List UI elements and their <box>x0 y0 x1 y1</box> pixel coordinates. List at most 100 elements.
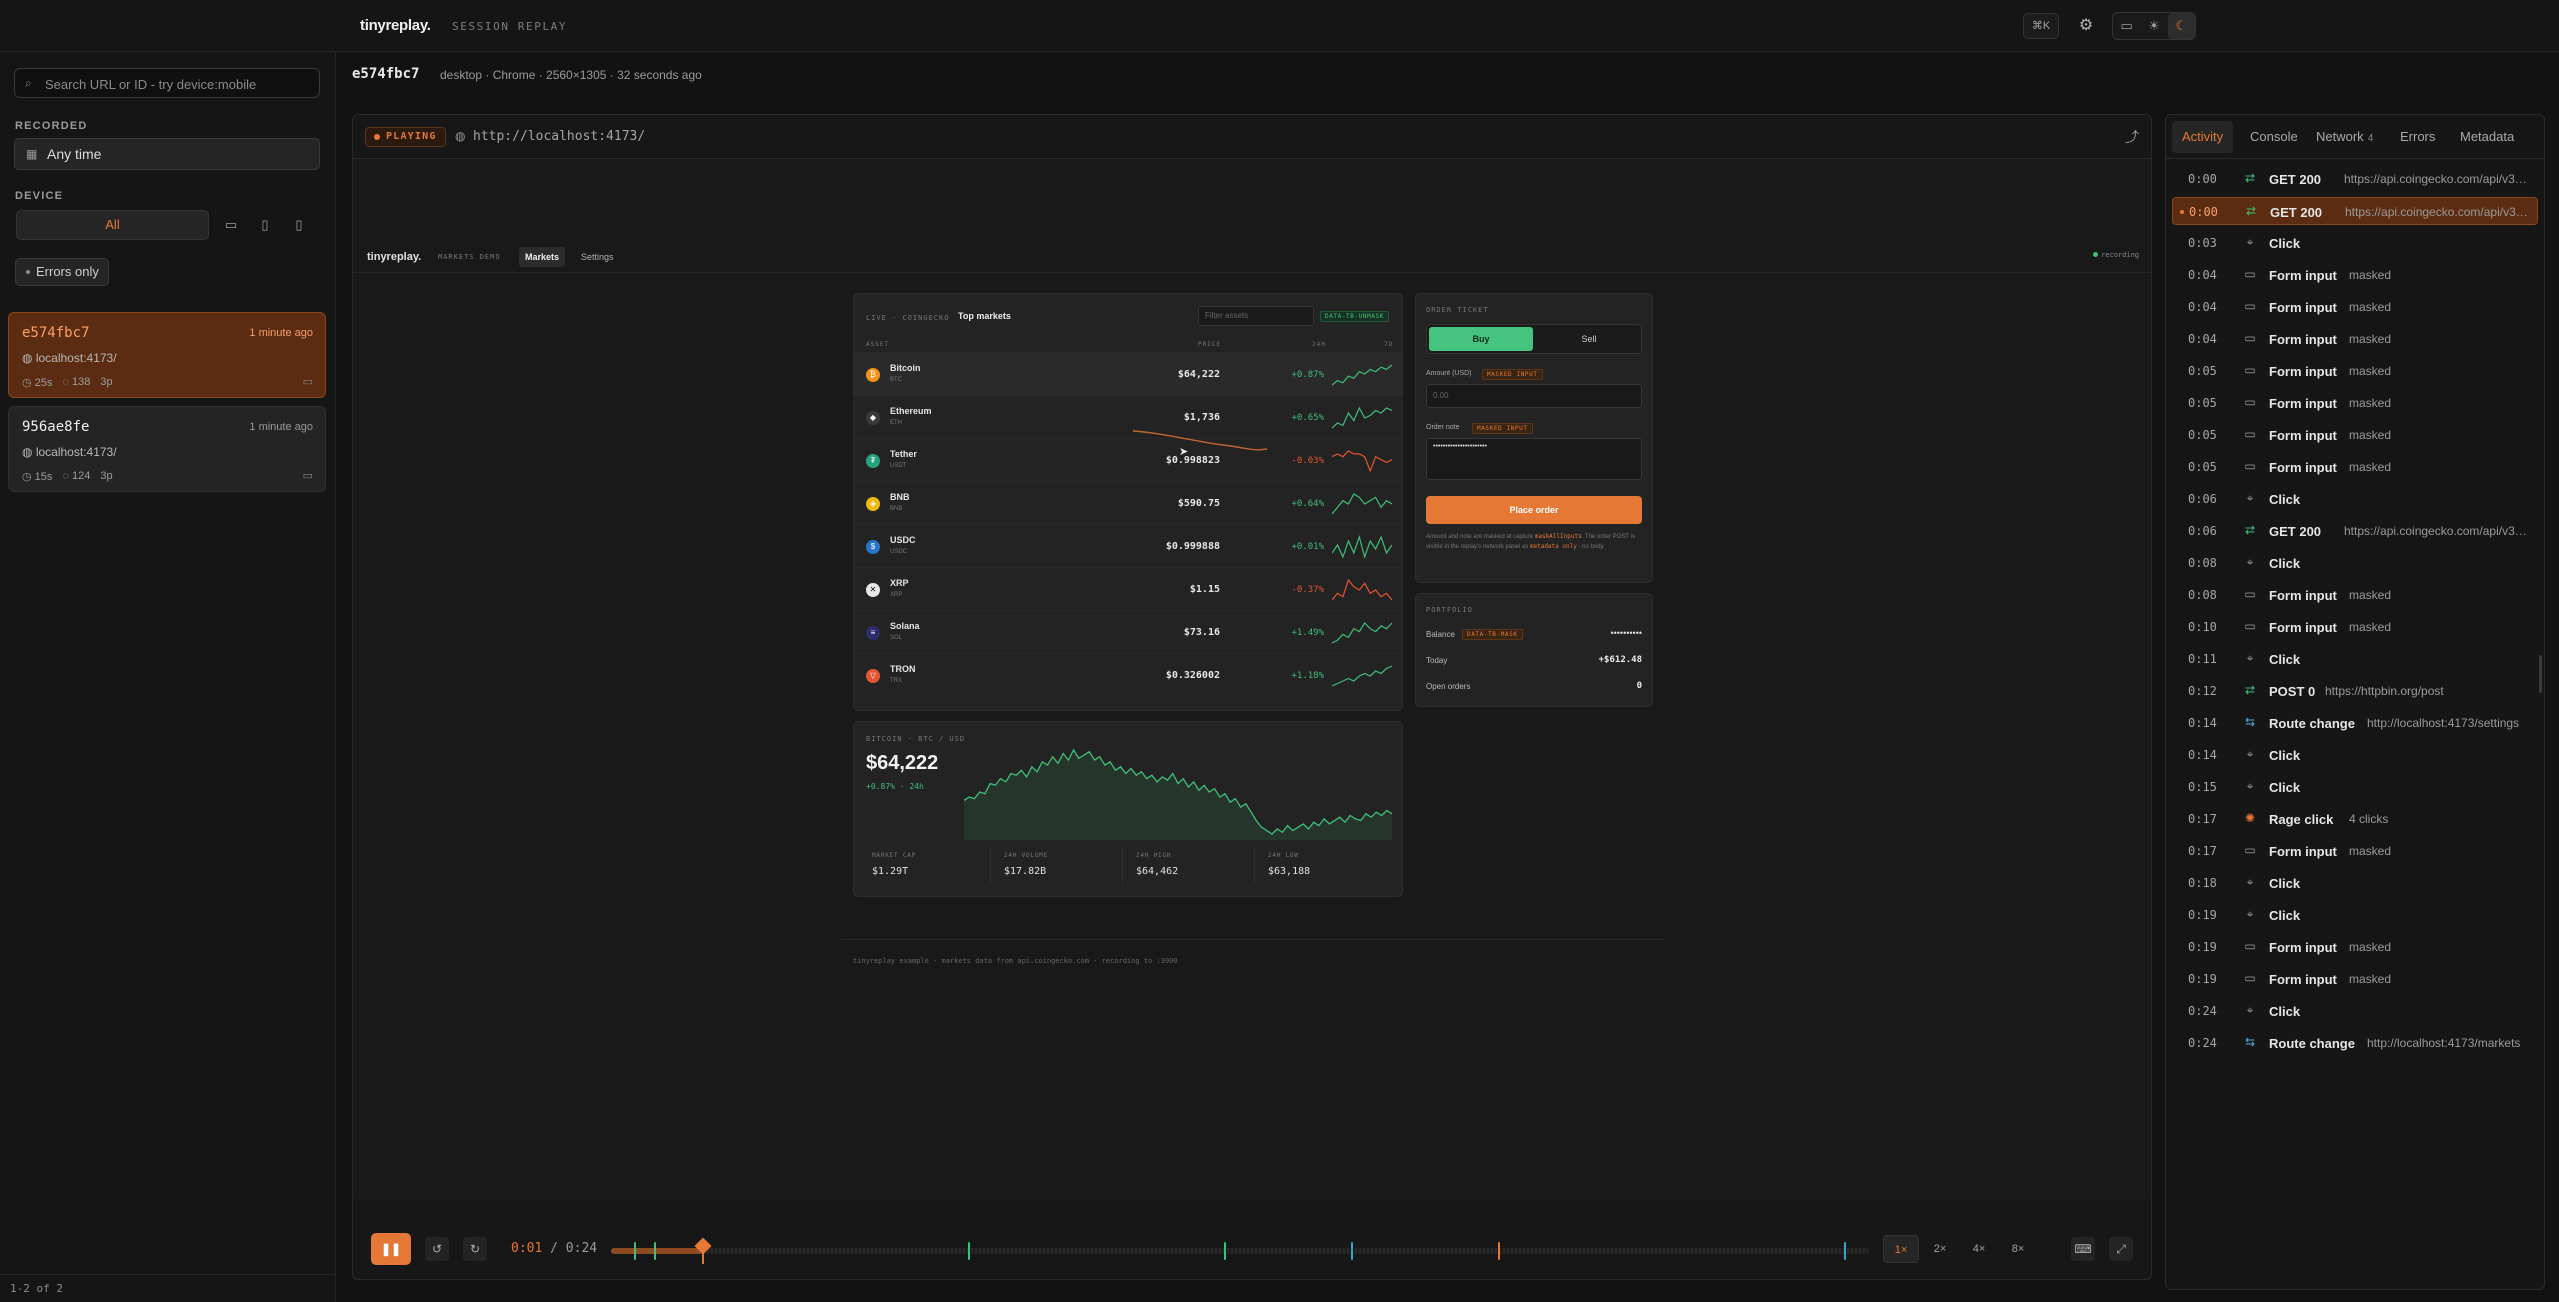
click-icon: ⌖ <box>2246 491 2254 505</box>
activity-row[interactable]: 0:06 ⇄ GET 200 https://api.coingecko.com/ap… <box>2172 517 2538 545</box>
activity-row[interactable]: 0:04 ▭ Form input masked <box>2172 261 2538 289</box>
timeline-marker[interactable] <box>1350 1242 1353 1260</box>
moon-icon[interactable]: ☾ <box>2167 13 2195 39</box>
timeline-scrubber[interactable] <box>611 1237 1869 1264</box>
monitor-icon[interactable]: ▭ <box>2113 13 2140 39</box>
tab-console[interactable]: Console <box>2240 121 2308 153</box>
activity-row[interactable]: 0:04 ▭ Form input masked <box>2172 293 2538 321</box>
timeline-marker[interactable] <box>1497 1242 1500 1260</box>
speed-4x-button[interactable]: 4× <box>1961 1235 1997 1263</box>
activity-row[interactable]: 0:19 ⌖ Click <box>2172 901 2538 929</box>
asset-symbol: SOL <box>890 635 903 641</box>
demo-tab-settings: Settings <box>581 252 614 262</box>
session-events-text: 124 <box>72 470 91 482</box>
activity-row[interactable]: 0:08 ⌖ Click <box>2172 549 2538 577</box>
pointer-icon: ◌ <box>62 376 69 388</box>
activity-row[interactable]: 0:15 ⌖ Click <box>2172 773 2538 801</box>
errors-only-toggle[interactable]: Errors only <box>15 258 109 286</box>
tablet-icon[interactable]: ▯ <box>250 210 280 240</box>
pause-button[interactable]: ❚❚ <box>371 1233 411 1265</box>
forward-icon[interactable]: ↻ <box>463 1237 487 1261</box>
asset-sparkline <box>1332 622 1392 644</box>
activity-row[interactable]: 0:05 ▭ Form input masked <box>2172 389 2538 417</box>
asset-symbol: XRP <box>890 592 903 598</box>
tab-label: Activity <box>2182 129 2224 144</box>
timeline-marker[interactable] <box>968 1242 971 1260</box>
tab-errors[interactable]: Errors <box>2390 121 2445 153</box>
activity-row[interactable]: 0:11 ⌖ Click <box>2172 645 2538 673</box>
asset-symbol: ETH <box>890 420 902 426</box>
speed-2x-button[interactable]: 2× <box>1922 1235 1958 1263</box>
demo-footer: tinyreplay example · markets data from a… <box>853 957 1178 965</box>
asset-symbol: BTC <box>890 377 902 383</box>
event-time: 0:14 <box>2188 748 2217 762</box>
event-label: Click <box>2269 748 2301 763</box>
speed-8x-button[interactable]: 8× <box>2000 1235 2036 1263</box>
activity-row[interactable]: 0:19 ▭ Form input masked <box>2172 965 2538 993</box>
activity-row[interactable]: 0:00 ⇄ GET 200 https://api.coingecko.com/ap… <box>2172 165 2538 193</box>
activity-row[interactable]: 0:06 ⌖ Click <box>2172 485 2538 513</box>
event-label: Form input <box>2269 332 2337 347</box>
current-marker-icon <box>2180 210 2184 214</box>
activity-row[interactable]: 0:17 ▭ Form input masked <box>2172 837 2538 865</box>
event-label: Click <box>2269 652 2301 667</box>
brand-logo[interactable]: tinyreplay. <box>360 17 431 34</box>
timeline-marker[interactable] <box>1843 1242 1846 1260</box>
activity-row[interactable]: 0:05 ▭ Form input masked <box>2172 453 2538 481</box>
tab-network[interactable]: Network 4 <box>2306 121 2383 153</box>
calendar-icon: ▦ <box>26 147 38 161</box>
session-events-text: 138 <box>72 376 91 388</box>
activity-row[interactable]: 0:17 ✺ Rage click 4 clicks <box>2172 805 2538 833</box>
activity-row[interactable]: 0:05 ▭ Form input masked <box>2172 357 2538 385</box>
rewind-icon[interactable]: ↺ <box>425 1237 449 1261</box>
asset-price: $73.16 <box>1183 627 1220 638</box>
desktop-icon[interactable]: ▭ <box>216 210 246 240</box>
event-detail: masked <box>2349 460 2392 474</box>
tab-activity[interactable]: Activity <box>2172 121 2234 153</box>
activity-row[interactable]: 0:05 ▭ Form input masked <box>2172 421 2538 449</box>
speed-1x-button[interactable]: 1× <box>1883 1235 1919 1263</box>
mobile-icon[interactable]: ▯ <box>284 210 314 240</box>
activity-row[interactable]: 0:19 ▭ Form input masked <box>2172 933 2538 961</box>
event-label: GET 200 <box>2270 205 2323 220</box>
activity-row[interactable]: 0:24 ⌖ Click <box>2172 997 2538 1025</box>
event-time: 0:19 <box>2188 940 2217 954</box>
form-input-icon: ▭ <box>2244 843 2256 857</box>
activity-row[interactable]: 0:10 ▭ Form input masked <box>2172 613 2538 641</box>
activity-row[interactable]: 0:14 ⇆ Route change http://localhost:4173/s… <box>2172 709 2538 737</box>
theme-switcher: ▭ ☀ ☾ <box>2112 12 2196 40</box>
activity-row[interactable]: 0:12 ⇄ POST 0 https://httpbin.org/post <box>2172 677 2538 705</box>
tab-metadata[interactable]: Metadata <box>2450 121 2524 153</box>
event-time: 0:15 <box>2188 780 2217 794</box>
scrollbar[interactable] <box>2539 655 2542 693</box>
recorded-time-select[interactable]: ▦ Any time <box>14 138 320 170</box>
share-icon[interactable]: ⤴ <box>2125 127 2139 147</box>
timeline-marker[interactable] <box>633 1242 636 1260</box>
activity-row[interactable]: 0:14 ⌖ Click <box>2172 741 2538 769</box>
device-filter-all[interactable]: All <box>16 210 209 240</box>
replay-viewport[interactable]: tinyreplay. MARKETS DEMO Markets Setting… <box>353 159 2151 1199</box>
activity-row[interactable]: 0:04 ▭ Form input masked <box>2172 325 2538 353</box>
activity-row[interactable]: 0:18 ⌖ Click <box>2172 869 2538 897</box>
click-icon: ⌖ <box>2246 875 2254 889</box>
search-input[interactable] <box>45 74 305 94</box>
activity-row[interactable]: 0:24 ⇆ Route change http://localhost:4173/m… <box>2172 1029 2538 1057</box>
activity-row[interactable]: 0:03 ⌖ Click <box>2172 229 2538 257</box>
fullscreen-icon[interactable]: ⤢ <box>2109 1237 2133 1261</box>
activity-row[interactable]: 0:08 ▭ Form input masked <box>2172 581 2538 609</box>
timeline-marker[interactable] <box>1223 1242 1226 1260</box>
activity-row[interactable]: 0:00 ⇄ GET 200 https://api.coingecko.com/ap… <box>2172 197 2538 225</box>
btc-stats-row: MARKET CAP $1.29T 24H VOLUME $17.82B 24H HIG… <box>864 722 1394 898</box>
keyboard-icon[interactable]: ⌨ <box>2071 1237 2095 1261</box>
timeline-marker[interactable] <box>653 1242 656 1260</box>
tether-coin-icon: ₮ <box>866 454 880 468</box>
stat-value: $64,462 <box>1136 866 1179 877</box>
demo-subtitle: MARKETS DEMO <box>438 253 501 261</box>
panel-tabs: Activity Console Network 4 Errors Metadata <box>2166 115 2544 159</box>
session-card-e574fbc7[interactable]: e574fbc7 1 minute ago ◍ localhost:4173/ … <box>8 312 326 398</box>
asset-change: +0.01% <box>1291 542 1324 552</box>
gear-icon[interactable]: ⚙ <box>2072 13 2100 39</box>
command-palette-button[interactable]: ⌘K <box>2023 13 2059 39</box>
sun-icon[interactable]: ☀ <box>2140 13 2167 39</box>
session-card-956ae8fe[interactable]: 956ae8fe 1 minute ago ◍ localhost:4173/ … <box>8 406 326 492</box>
